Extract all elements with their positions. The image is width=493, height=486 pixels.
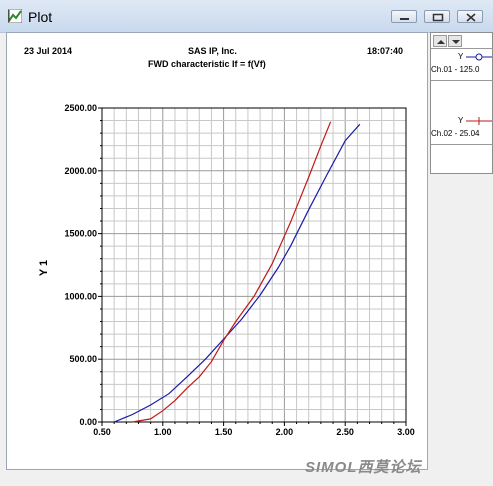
legend-entry-1-label: Ch.01 - 125.0: [431, 65, 480, 74]
y-tick-label: 2000.00: [64, 166, 97, 176]
y-tick-label: 1500.00: [64, 229, 97, 239]
x-tick-label: 3.00: [397, 427, 415, 437]
plot-area[interactable]: 0.50 1.00 1.50 2.00 2.50 3.00 0.00 500.00 1000.0…: [0, 0, 430, 470]
close-button[interactable]: [457, 10, 483, 23]
x-tick-label: 2.50: [336, 427, 354, 437]
y-tick-label: 1000.00: [64, 291, 97, 301]
close-icon: [466, 13, 476, 22]
y-tick-label: 500.00: [69, 354, 97, 364]
y-axis-label: Y 1: [38, 260, 50, 276]
legend-entry-1-marker: [466, 53, 492, 61]
legend-scroll-down-button[interactable]: [448, 35, 462, 47]
scroll-up-icon: [437, 40, 445, 44]
x-tick-label: 1.00: [154, 427, 172, 437]
legend-entry-2-marker: [466, 117, 492, 125]
legend-entry-2-prefix: Y: [458, 116, 464, 125]
x-tick-label: 2.00: [276, 427, 294, 437]
legend-panel[interactable]: Y Ch.01 - 125.0 Y Ch.02 - 25.04: [430, 32, 493, 174]
x-tick-label: 1.50: [215, 427, 233, 437]
legend-entry-2-label: Ch.02 - 25.04: [431, 129, 480, 138]
y-tick-label: 0.00: [79, 417, 97, 427]
watermark-logo: SIMOL西莫论坛: [305, 459, 422, 476]
scroll-down-icon: [452, 40, 460, 44]
legend-scroll-up-button[interactable]: [433, 35, 447, 47]
plot-background: [102, 108, 406, 422]
x-tick-label: 0.50: [93, 427, 111, 437]
y-tick-label: 2500.00: [64, 103, 97, 113]
legend-entry-1-prefix: Y: [458, 52, 464, 61]
